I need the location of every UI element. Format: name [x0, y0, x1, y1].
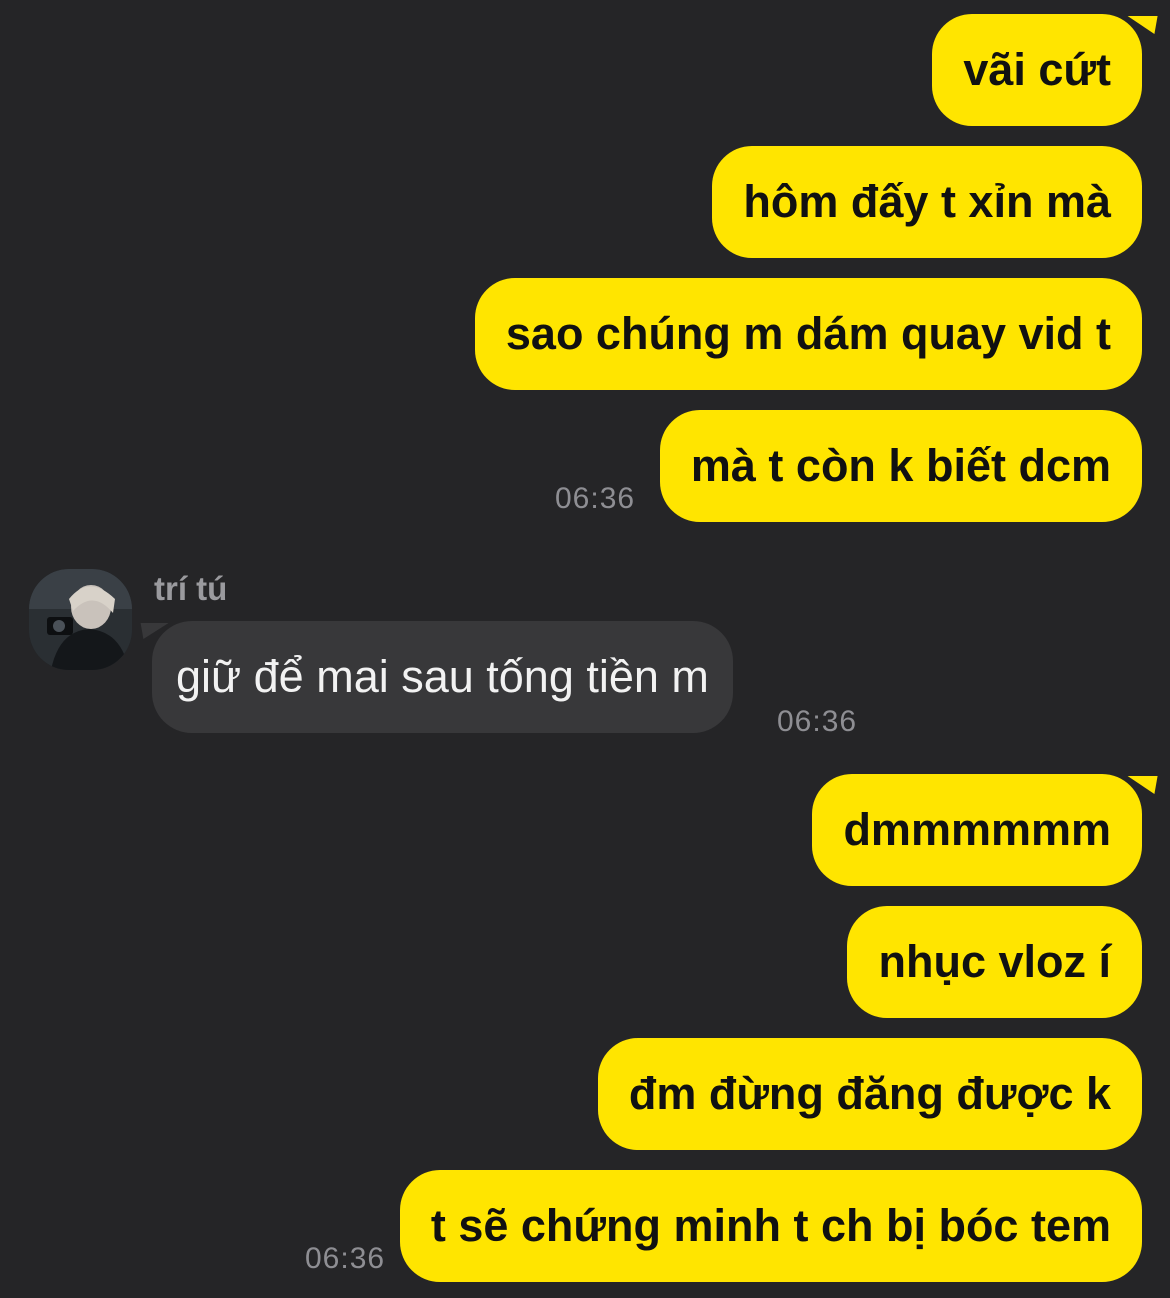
- outgoing-message-bubble[interactable]: mà t còn k biết dcm: [659, 410, 1142, 522]
- message-timestamp: 06:36: [305, 1242, 386, 1275]
- incoming-message-bubble[interactable]: giữ để mai sau tống tiền m: [152, 621, 733, 733]
- outgoing-message-bubble[interactable]: hôm đấy t xỉn mà: [712, 146, 1142, 258]
- outgoing-message-bubble[interactable]: nhục vloz í: [847, 906, 1142, 1018]
- sender-avatar[interactable]: [29, 569, 132, 670]
- message-timestamp: 06:36: [777, 705, 858, 738]
- outgoing-message-bubble[interactable]: đm đừng đăng được k: [597, 1038, 1142, 1150]
- message-timestamp: 06:36: [555, 482, 636, 515]
- avatar-photo-icon: [29, 569, 132, 670]
- outgoing-message-bubble[interactable]: sao chúng m dám quay vid t: [474, 278, 1142, 390]
- outgoing-message-bubble[interactable]: dmmmmmm: [812, 774, 1142, 886]
- outgoing-message-bubble[interactable]: vãi cứt: [932, 14, 1142, 126]
- outgoing-message-bubble[interactable]: t sẽ chứng minh t ch bị bóc tem: [399, 1170, 1142, 1282]
- sender-name: trí tú: [154, 570, 228, 607]
